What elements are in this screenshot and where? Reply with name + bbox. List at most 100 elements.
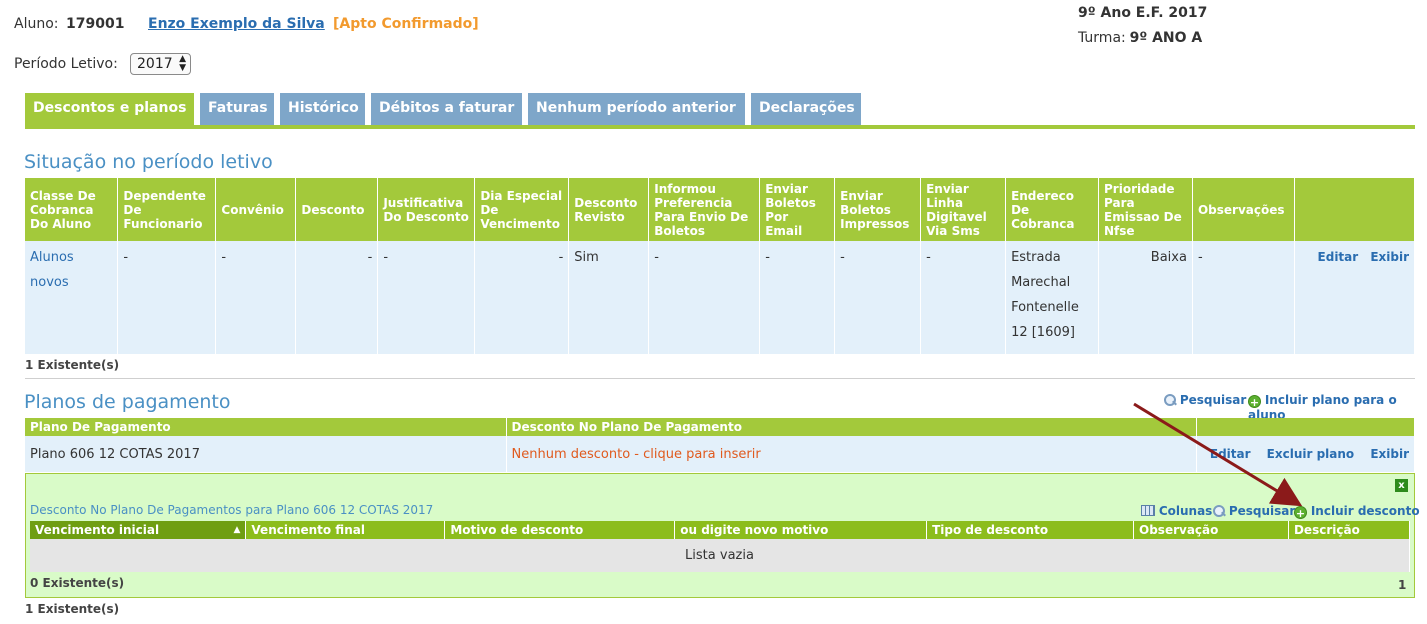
grade-label: 9º Ano E.F. 2017 (1078, 5, 1208, 21)
tab-bar-underline (25, 125, 1415, 129)
nenhum-desconto-link[interactable]: Nenhum desconto - clique para inserir (506, 436, 1197, 472)
situacao-table: Classe De Cobranca Do Aluno Dependente D… (25, 178, 1416, 354)
cell-observacoes: - (1192, 241, 1295, 354)
pagination-page[interactable]: 1 (1398, 578, 1406, 592)
col-convenio[interactable]: Convênio (215, 178, 297, 241)
cell-prioridade: Baixa (1098, 241, 1193, 354)
col-vencimento-inicial[interactable]: Vencimento inicial ▲ (30, 521, 247, 539)
col-prioridade[interactable]: Prioridade Para Emissao De Nfse (1098, 178, 1193, 241)
close-icon[interactable]: x (1395, 479, 1408, 492)
cell-plano: Plano 606 12 COTAS 2017 (25, 436, 507, 472)
cell-dependente: - (117, 241, 217, 354)
situacao-count: 1 Existente(s) (25, 358, 120, 372)
classe-link[interactable]: Alunos novos (30, 250, 74, 290)
excluir-plano-link[interactable]: Excluir plano (1267, 447, 1355, 461)
colunas-button[interactable]: Colunas (1141, 504, 1212, 518)
col-endereco[interactable]: Endereco De Cobranca (1005, 178, 1099, 241)
situacao-header-row: Classe De Cobranca Do Aluno Dependente D… (25, 178, 1416, 241)
col-tipo-desconto[interactable]: Tipo de desconto (926, 521, 1135, 539)
col-justificativa[interactable]: Justificativa Do Desconto (377, 178, 476, 241)
col-desconto-revisto[interactable]: Desconto Revisto (568, 178, 650, 241)
tab-nenhum-periodo[interactable]: Nenhum período anterior (528, 93, 745, 125)
incluir-desconto-label: Incluir desconto (1310, 504, 1420, 518)
table-row: Plano 606 12 COTAS 2017 Nenhum desconto … (25, 436, 1416, 472)
status-badge: [Apto Confirmado] (333, 16, 479, 32)
cell-boletos-impressos: - (834, 241, 922, 354)
aluno-id: 179001 (66, 16, 125, 32)
empty-message: Lista vazia (30, 539, 1410, 572)
cell-plano-actions: Editar Excluir plano Exibir (1196, 436, 1416, 472)
add-icon: + (1248, 395, 1261, 409)
turma-info: Turma: 9º ANO A (1078, 30, 1202, 46)
planos-title: Planos de pagamento (24, 391, 231, 413)
student-name-link[interactable]: Enzo Exemplo da Silva (148, 16, 325, 32)
search-icon (1213, 505, 1225, 517)
col-plano-actions (1196, 418, 1416, 436)
search-icon (1164, 394, 1176, 406)
col-dependente[interactable]: Dependente De Funcionario (117, 178, 217, 241)
empty-row: Lista vazia (30, 539, 1410, 572)
columns-icon (1141, 505, 1155, 516)
cell-linha-sms: - (920, 241, 1007, 354)
planos-pesquisar-button[interactable]: Pesquisar (1164, 393, 1246, 407)
cell-desconto: - (295, 241, 379, 354)
cell-dia-especial: - (474, 241, 570, 354)
periodo-value: 2017 (137, 56, 173, 72)
add-icon: + (1294, 506, 1307, 520)
tab-faturas[interactable]: Faturas (200, 93, 274, 125)
periodo-select[interactable]: 2017 ▲ ▼ (130, 53, 191, 75)
section-divider (25, 378, 1415, 379)
col-informou-preferencia[interactable]: Informou Preferencia Para Envio De Bolet… (648, 178, 761, 241)
col-boletos-email[interactable]: Enviar Boletos Por Email (759, 178, 836, 241)
select-arrows-icon: ▲ ▼ (179, 54, 186, 73)
table-row: Alunos novos - - - - - Sim - - - - Estra… (25, 241, 1416, 354)
col-vencimento-inicial-label: Vencimento inicial (35, 523, 160, 537)
col-plano[interactable]: Plano De Pagamento (25, 418, 507, 436)
turma-label: Turma: (1078, 30, 1126, 46)
cell-justificativa: - (377, 241, 476, 354)
editar-plano-link[interactable]: Editar (1210, 447, 1251, 461)
desconto-header-row: Vencimento inicial ▲ Vencimento final Mo… (30, 521, 1411, 539)
situacao-title: Situação no período letivo (24, 151, 273, 173)
col-desconto-plano[interactable]: Desconto No Plano De Pagamento (506, 418, 1197, 436)
planos-header-row: Plano De Pagamento Desconto No Plano De … (25, 418, 1416, 436)
cell-convenio: - (215, 241, 297, 354)
cell-informou-preferencia: - (648, 241, 761, 354)
aluno-label: Aluno: (14, 16, 59, 32)
periodo-label: Período Letivo: (14, 56, 118, 72)
cell-boletos-email: - (759, 241, 836, 354)
exibir-link[interactable]: Exibir (1370, 250, 1409, 264)
desconto-plano-title: Desconto No Plano De Pagamentos para Pla… (30, 503, 434, 517)
editar-link[interactable]: Editar (1318, 250, 1359, 264)
col-vencimento-final[interactable]: Vencimento final (245, 521, 446, 539)
colunas-label: Colunas (1158, 504, 1213, 518)
col-actions (1294, 178, 1416, 241)
col-motivo-desconto[interactable]: Motivo de desconto (444, 521, 676, 539)
cell-actions: Editar Exibir (1294, 241, 1416, 354)
cell-classe[interactable]: Alunos novos (25, 241, 119, 354)
cell-endereco: Estrada Marechal Fontenelle 12 [1609] (1005, 241, 1099, 354)
exibir-plano-link[interactable]: Exibir (1370, 447, 1409, 461)
desconto-count: 0 Existente(s) (30, 576, 125, 590)
incluir-desconto-button[interactable]: + Incluir desconto (1294, 504, 1420, 520)
turma-value: 9º ANO A (1129, 30, 1203, 46)
col-descricao[interactable]: Descrição (1288, 521, 1411, 539)
desconto-pesquisar-label: Pesquisar (1228, 504, 1296, 518)
planos-count: 1 Existente(s) (25, 602, 120, 616)
col-linha-sms[interactable]: Enviar Linha Digitavel Via Sms (920, 178, 1007, 241)
col-observacoes[interactable]: Observações (1192, 178, 1295, 241)
tab-declaracoes[interactable]: Declarações (751, 93, 861, 125)
col-observacao[interactable]: Observação (1133, 521, 1289, 539)
col-boletos-impressos[interactable]: Enviar Boletos Impressos (834, 178, 922, 241)
desconto-pesquisar-button[interactable]: Pesquisar (1213, 504, 1295, 518)
col-desconto[interactable]: Desconto (295, 178, 379, 241)
tab-historico[interactable]: Histórico (280, 93, 365, 125)
cell-desconto-revisto: Sim (568, 241, 650, 354)
col-classe[interactable]: Classe De Cobranca Do Aluno (25, 178, 119, 241)
tab-descontos-planos[interactable]: Descontos e planos (25, 93, 194, 125)
sort-asc-icon: ▲ (233, 525, 241, 535)
tab-debitos-faturar[interactable]: Débitos a faturar (371, 93, 522, 125)
planos-pesquisar-label: Pesquisar (1179, 393, 1247, 407)
col-dia-especial[interactable]: Dia Especial De Vencimento (474, 178, 570, 241)
col-novo-motivo[interactable]: ou digite novo motivo (674, 521, 928, 539)
